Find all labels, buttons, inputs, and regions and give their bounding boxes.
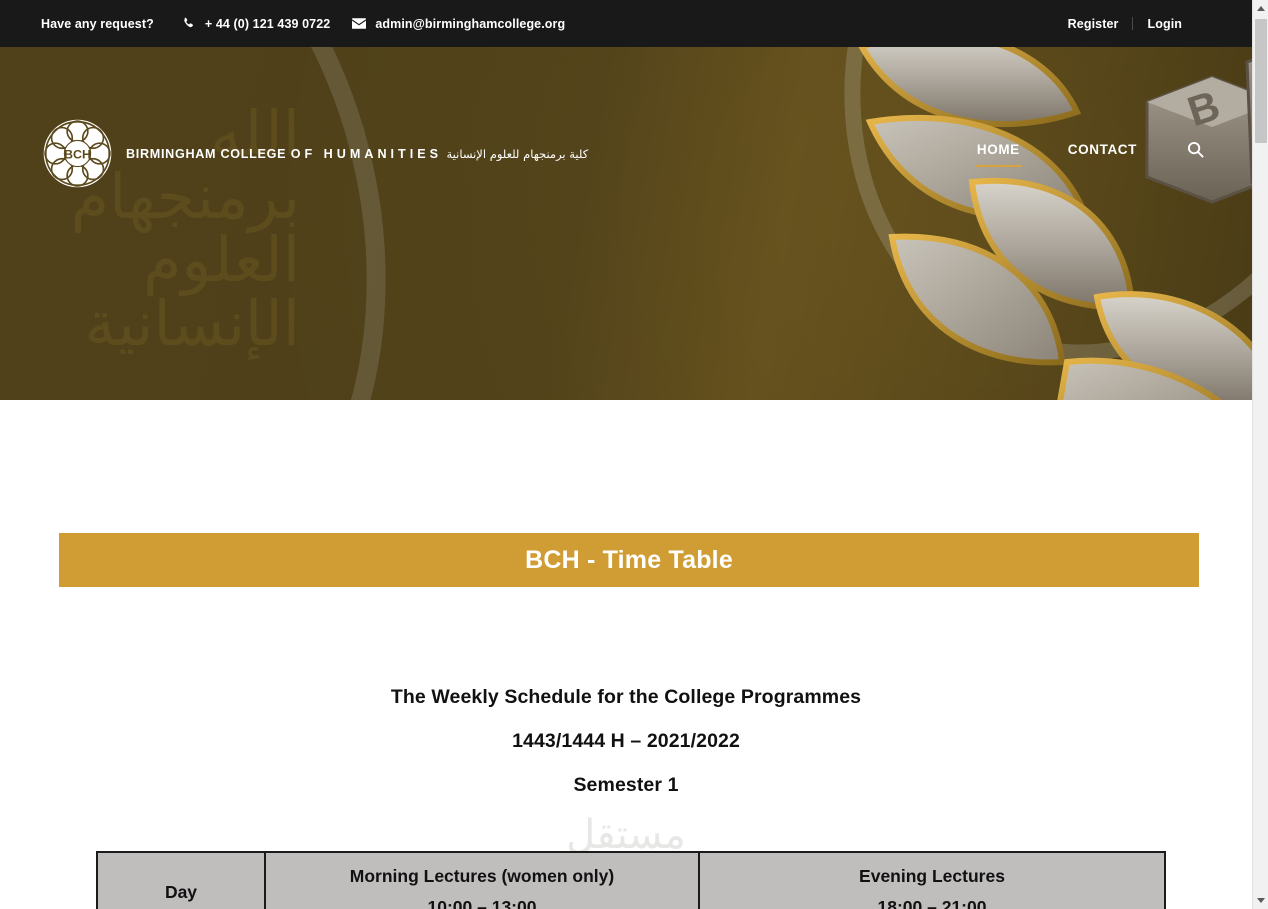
phone-icon [182, 17, 196, 31]
col-day-title: Day [164, 881, 198, 902]
envelope-icon [352, 17, 367, 31]
scrollbar-up-button[interactable] [1253, 0, 1268, 17]
login-link[interactable]: Login [1133, 17, 1196, 31]
timetable-col-day: Day [96, 851, 266, 909]
timetable-header-row: Day Morning Lectures (women only) 10:00 … [96, 851, 1166, 909]
chevron-down-icon [1257, 898, 1265, 903]
hero-banner: الله برمنجهام العلوم الإنسانية B BCH BIR… [0, 47, 1252, 400]
schedule-heading-block: The Weekly Schedule for the College Prog… [0, 675, 1252, 807]
page-viewport: Have any request? + 44 (0) 121 439 0722 [0, 0, 1252, 909]
col-morning-title: Morning Lectures (women only) [349, 866, 615, 886]
vertical-scrollbar[interactable] [1252, 0, 1268, 909]
col-morning-time: 10:00 – 13:00 [427, 897, 537, 909]
page-title-banner: BCH - Time Table [59, 533, 1199, 587]
nav-item-home[interactable]: HOME [953, 136, 1044, 171]
main-navigation: HOME CONTACT [953, 135, 1212, 172]
timetable: Day Morning Lectures (women only) 10:00 … [96, 851, 1166, 909]
logo-line-1: BIRMINGHAM COLLEGE [126, 146, 287, 161]
phone-number: + 44 (0) 121 439 0722 [204, 16, 331, 31]
schedule-heading-line-3: Semester 1 [573, 774, 679, 796]
col-evening-time: 18:00 – 21:00 [877, 897, 987, 909]
scrollbar-thumb[interactable] [1255, 19, 1267, 143]
topbar-contact-group: Have any request? + 44 (0) 121 439 0722 [0, 17, 565, 31]
logo-mark-text: BCH [64, 147, 91, 161]
phone-link[interactable]: + 44 (0) 121 439 0722 [182, 17, 330, 31]
hero-background-art [0, 47, 1252, 400]
schedule-heading-line-2: 1443/1444 H – 2021/2022 [512, 730, 740, 752]
chevron-up-icon [1257, 6, 1265, 11]
logo-line-3-arabic: كلية برمنجهام للعلوم الإنسانية [446, 146, 589, 161]
browser-page: Have any request? + 44 (0) 121 439 0722 [0, 0, 1268, 909]
search-icon[interactable] [1179, 135, 1212, 172]
have-any-request-label: Have any request? [41, 17, 154, 31]
top-utility-bar: Have any request? + 44 (0) 121 439 0722 [0, 0, 1252, 47]
logo-line-2: OF HUMANITIES [290, 146, 443, 161]
site-logo[interactable]: BCH BIRMINGHAM COLLEGE OF HUMANITIES كلي… [43, 119, 588, 188]
have-any-request-text: Have any request? [41, 16, 154, 31]
timetable-col-morning: Morning Lectures (women only) 10:00 – 13… [264, 851, 700, 909]
timetable-col-evening: Evening Lectures 18:00 – 21:00 [698, 851, 1166, 909]
email-address: admin@birminghamcollege.org [375, 16, 566, 31]
page-title: BCH - Time Table [525, 545, 733, 574]
col-evening-title: Evening Lectures [859, 866, 1005, 886]
register-link[interactable]: Register [1054, 17, 1133, 31]
email-link[interactable]: admin@birminghamcollege.org [352, 17, 565, 31]
scrollbar-down-button[interactable] [1253, 892, 1268, 909]
bch-emblem-icon: BCH [43, 119, 112, 188]
logo-wordmark: BIRMINGHAM COLLEGE OF HUMANITIES كلية بر… [126, 145, 588, 163]
main-content: BCH - Time Table The Weekly Schedule for… [0, 400, 1252, 909]
schedule-heading-line-1: The Weekly Schedule for the College Prog… [390, 686, 862, 708]
nav-item-contact[interactable]: CONTACT [1044, 136, 1161, 171]
topbar-account-group: Register Login [1054, 0, 1196, 47]
